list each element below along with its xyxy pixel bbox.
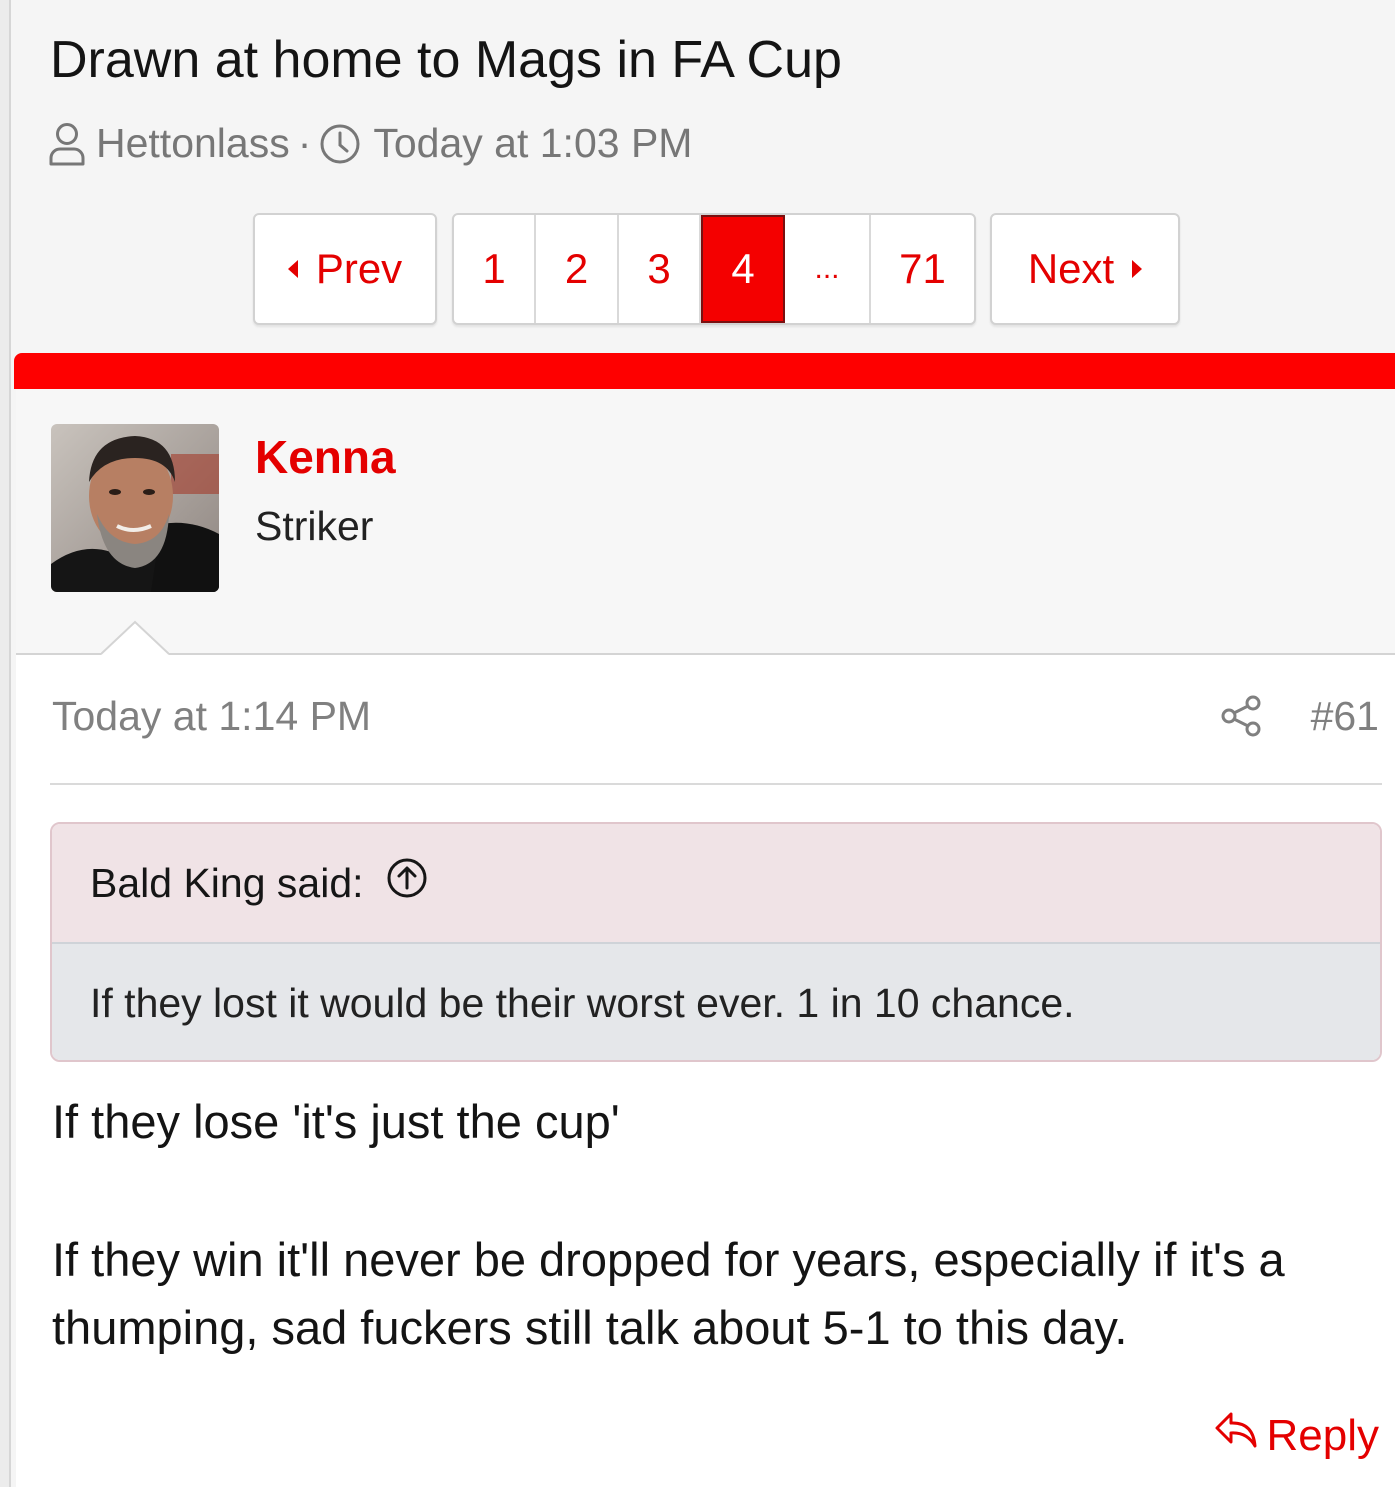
user-icon (48, 122, 86, 166)
prev-label: Prev (315, 245, 403, 292)
reply-label: Reply (1266, 1410, 1380, 1460)
arrow-up-circle-icon[interactable] (364, 857, 428, 909)
quote-attribution: Bald King said: (90, 859, 364, 906)
post-content-area (16, 655, 1395, 1487)
user-title: Striker (255, 503, 374, 549)
page-link-last[interactable]: 71 (871, 215, 974, 323)
thread-author[interactable]: Hettonlass (96, 120, 290, 167)
quote-text: If they lost it would be their worst eve… (52, 944, 1380, 1060)
page-number-group: 1 2 3 4 ... 71 (452, 213, 976, 325)
thread-date[interactable]: Today at 1:03 PM (373, 120, 692, 167)
quote-header[interactable]: Bald King said: (52, 824, 1380, 944)
thread-meta: Hettonlass · Today at 1:03 PM (48, 120, 692, 167)
page-link-current[interactable]: 4 (701, 215, 785, 323)
reply-button[interactable]: Reply (1213, 1410, 1380, 1461)
meta-separator: · (297, 120, 312, 166)
next-label: Next (1027, 245, 1115, 292)
page-link-3[interactable]: 3 (619, 215, 701, 323)
post-accent-bar (14, 353, 1395, 389)
post-username[interactable]: Kenna (255, 430, 396, 484)
next-page-button[interactable]: Next (990, 213, 1180, 325)
user-panel-arrow (101, 620, 169, 655)
message-line-1: If they lose 'it's just the cup' (52, 1095, 620, 1148)
post-number-link[interactable]: #61 (1311, 693, 1379, 740)
user-avatar[interactable] (51, 424, 219, 592)
post-date[interactable]: Today at 1:14 PM (52, 693, 371, 740)
page-ellipsis[interactable]: ... (785, 215, 871, 323)
page-link-2[interactable]: 2 (536, 215, 619, 323)
message-line-2: If they win it'll never be dropped for y… (52, 1233, 1285, 1286)
post-header-divider (50, 783, 1382, 785)
reply-icon (1213, 1410, 1267, 1461)
page-link-1[interactable]: 1 (454, 215, 536, 323)
share-icon[interactable] (1220, 694, 1264, 743)
caret-left-icon (287, 260, 298, 278)
prev-page-button[interactable]: Prev (253, 213, 437, 325)
thread-title: Drawn at home to Mags in FA Cup (50, 31, 842, 89)
left-edge-rule (0, 0, 11, 1487)
clock-icon (319, 123, 361, 165)
message-line-3: thumping, sad fuckers still talk about 5… (52, 1301, 1128, 1354)
caret-right-icon (1132, 260, 1143, 278)
quote-block: Bald King said: If they lost it would be… (50, 822, 1382, 1062)
post-user-panel (16, 389, 1395, 655)
